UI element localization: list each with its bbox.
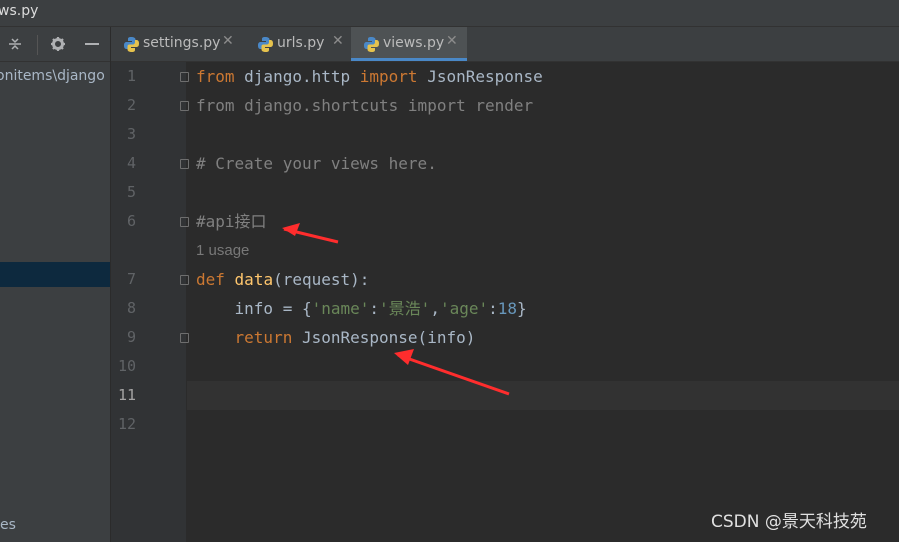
- tab-settings-py[interactable]: settings.py ✕: [111, 27, 237, 61]
- gear-icon[interactable]: [50, 36, 66, 52]
- line-number: 6: [126, 212, 136, 230]
- line-number: 4: [126, 154, 136, 172]
- line-number: 1: [126, 67, 136, 85]
- close-icon[interactable]: ✕: [222, 33, 234, 49]
- close-icon[interactable]: ✕: [332, 33, 344, 49]
- editor-tab-bar: settings.py ✕ urls.py ✕ views.py ✕: [111, 27, 899, 62]
- code-line-1[interactable]: from django.http import JsonResponse: [196, 62, 543, 91]
- window-title-bar: ws.py: [0, 0, 899, 27]
- fold-marker[interactable]: [180, 159, 189, 169]
- project-panel: onitems\django es: [0, 27, 111, 542]
- project-tree-path[interactable]: onitems\django: [0, 66, 110, 86]
- code-line-6[interactable]: #api接口: [196, 207, 267, 236]
- line-number: 10: [117, 357, 136, 375]
- collapse-all-icon[interactable]: [7, 36, 23, 52]
- fold-marker[interactable]: [180, 101, 189, 111]
- tab-urls-py[interactable]: urls.py ✕: [245, 27, 349, 61]
- toolbar-divider: [37, 35, 38, 55]
- window-title: ws.py: [0, 3, 39, 19]
- usage-hint[interactable]: 1 usage: [196, 238, 249, 264]
- code-line-8[interactable]: info = {'name':'景浩','age':18}: [196, 294, 527, 323]
- project-toolbar: [0, 27, 110, 62]
- red-arrow: [282, 223, 339, 244]
- line-number: 12: [117, 415, 136, 433]
- hide-icon[interactable]: [84, 36, 100, 52]
- python-file-icon: [124, 37, 139, 52]
- fold-marker[interactable]: [180, 333, 189, 343]
- fold-marker[interactable]: [180, 72, 189, 82]
- red-arrow: [394, 349, 510, 396]
- tab-label: views.py: [383, 35, 445, 51]
- project-tree-selected-row[interactable]: [0, 262, 110, 287]
- line-number: 7: [126, 270, 136, 288]
- code-line-4[interactable]: # Create your views here.: [196, 149, 437, 178]
- tab-label: urls.py: [277, 35, 325, 51]
- fold-marker[interactable]: [180, 217, 189, 227]
- line-number: 5: [126, 183, 136, 201]
- line-number: 2: [126, 96, 136, 114]
- tab-views-py[interactable]: views.py ✕: [351, 27, 467, 61]
- line-number-current: 11: [117, 386, 136, 404]
- python-file-icon: [364, 37, 379, 52]
- tab-label: settings.py: [143, 35, 221, 51]
- project-tree-item[interactable]: es: [0, 515, 16, 535]
- close-icon[interactable]: ✕: [446, 33, 458, 49]
- python-file-icon: [258, 37, 273, 52]
- code-line-2[interactable]: from django.shortcuts import render: [196, 91, 533, 120]
- fold-marker[interactable]: [180, 275, 189, 285]
- watermark: CSDN @景天科技苑: [711, 512, 867, 532]
- line-number: 9: [126, 328, 136, 346]
- line-number: 3: [126, 125, 136, 143]
- code-line-7[interactable]: def data(request):: [196, 265, 369, 294]
- current-line-highlight: [187, 381, 899, 410]
- line-number: 8: [126, 299, 136, 317]
